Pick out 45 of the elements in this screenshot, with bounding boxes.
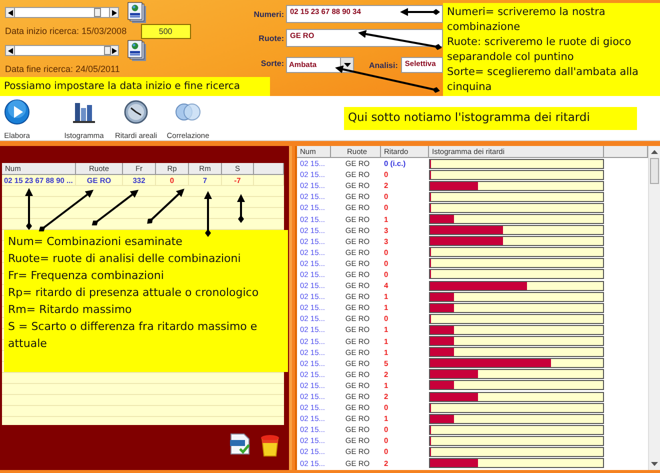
annotation-text: Rm= Ritardo massimo bbox=[8, 302, 133, 318]
dropdown-arrow-icon[interactable] bbox=[344, 63, 350, 67]
scroll-down-icon[interactable] bbox=[651, 462, 658, 466]
annotation-arrow bbox=[147, 188, 184, 224]
annotation-text: Rp= ritardo di presenza attuale o cronologico bbox=[8, 285, 260, 301]
numeri-label: Numeri: bbox=[252, 10, 284, 18]
clock-icon bbox=[123, 99, 149, 125]
date-slider[interactable] bbox=[15, 45, 109, 56]
scrollbar[interactable] bbox=[648, 146, 660, 470]
scroll-up-icon[interactable] bbox=[651, 150, 658, 154]
scroll-left-icon[interactable] bbox=[5, 7, 15, 18]
annotation-text: Fr= Frequenza combinazioni bbox=[8, 268, 165, 284]
annotation-arrow bbox=[25, 188, 33, 230]
calendar-book-icon[interactable] bbox=[127, 2, 147, 24]
calendar-book-icon[interactable] bbox=[127, 40, 147, 62]
annotation-text: Ruote: scriveremo le ruote di gioco separandole col puntino bbox=[447, 35, 632, 65]
ruote-label: Ruote: bbox=[258, 34, 284, 42]
date-label: Data fine ricerca: 24/05/2011 bbox=[5, 64, 120, 74]
annotation-arrow bbox=[38, 190, 94, 232]
date-slider[interactable] bbox=[15, 7, 109, 18]
annotation-text: S = Scarto o differenza fra ritardo massimo e attuale bbox=[8, 319, 258, 352]
annotation-arrow bbox=[92, 190, 139, 226]
analisi-label: Analisi: bbox=[369, 60, 398, 70]
scroll-left-icon[interactable] bbox=[5, 45, 15, 56]
annotation-arrow bbox=[237, 194, 245, 223]
slider-thumb[interactable] bbox=[104, 46, 111, 55]
html-export-icon[interactable] bbox=[229, 433, 251, 455]
annotation-note: Possiamo impostare la data inizio e fine ricerca bbox=[0, 77, 270, 96]
annotation-text: Ruote= ruote di analisi delle combinazioni bbox=[8, 251, 242, 267]
play-icon bbox=[4, 99, 30, 125]
blank-column-header bbox=[604, 146, 648, 158]
annotation-note: Qui sotto notiamo l'istogramma dei ritardi bbox=[344, 107, 637, 130]
annotation-text: Sorte= sceglieremo dall'ambata alla cinquina bbox=[447, 65, 640, 95]
scroll-thumb[interactable] bbox=[650, 158, 659, 184]
blank-column-header bbox=[254, 163, 284, 175]
annotation-arrow bbox=[400, 8, 440, 16]
scroll-right-icon[interactable] bbox=[109, 7, 119, 18]
slider-thumb[interactable] bbox=[94, 8, 102, 17]
count-field[interactable]: 500 bbox=[140, 24, 191, 38]
annotation-arrow bbox=[204, 191, 212, 237]
bucket-icon[interactable] bbox=[259, 433, 281, 457]
sorte-label: Sorte: bbox=[260, 58, 284, 68]
annotation-text: Num= Combinazioni esaminate bbox=[8, 234, 184, 250]
date-label: Data inizio ricerca: 15/03/2008 bbox=[5, 26, 127, 36]
annotation-text: Numeri= scriveremo la nostra combinazione bbox=[447, 5, 606, 35]
